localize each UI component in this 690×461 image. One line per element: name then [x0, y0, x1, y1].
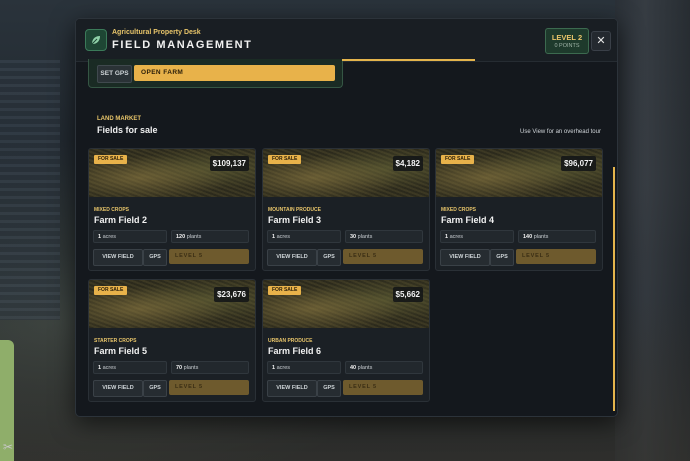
panel-header: Agricultural Property Desk FIELD MANAGEM… [76, 19, 617, 62]
price-badge: $23,676 [214, 287, 249, 302]
acres-stat: 1 acres [267, 230, 341, 243]
plants-unit: plants [357, 234, 373, 240]
field-name: Farm Field 4 [441, 215, 495, 225]
section-kicker: LAND MARKET [97, 116, 141, 122]
gps-button[interactable]: GPS [143, 249, 167, 266]
acres-unit: acres [102, 234, 117, 240]
plants-stat: 40 plants [345, 361, 423, 374]
gps-button[interactable]: GPS [143, 380, 167, 397]
plants-unit: plants [183, 365, 199, 371]
acres-value: 1 [98, 234, 102, 240]
view-field-button[interactable]: VIEW FIELD [267, 249, 317, 266]
acres-value: 1 [272, 365, 276, 371]
price-badge: $96,077 [561, 156, 596, 171]
acres-unit: acres [102, 365, 117, 371]
gps-button[interactable]: GPS [317, 249, 341, 266]
background-shutter [0, 60, 60, 320]
leaf-icon [85, 29, 107, 51]
field-card: FOR SALE $5,662 URBAN PRODUCE Farm Field… [262, 279, 430, 402]
view-field-button[interactable]: VIEW FIELD [93, 249, 143, 266]
gps-button[interactable]: GPS [317, 380, 341, 397]
scrollbar-thumb[interactable] [613, 167, 615, 411]
open-farm-button[interactable]: OPEN FARM [134, 65, 335, 81]
for-sale-badge: FOR SALE [94, 155, 128, 164]
field-card: FOR SALE $4,182 MOUNTAIN PRODUCE Farm Fi… [262, 148, 430, 271]
section-title: Fields for sale [97, 125, 158, 135]
progress-line [342, 59, 475, 61]
plants-stat: 140 plants [518, 230, 596, 243]
field-name: Farm Field 2 [94, 215, 148, 225]
close-button[interactable]: ✕ [591, 31, 611, 51]
plants-value: 40 [350, 365, 357, 371]
field-category: MOUNTAIN PRODUCE [268, 207, 321, 213]
plants-unit: plants [186, 234, 202, 240]
plants-value: 140 [523, 234, 533, 240]
set-gps-button[interactable]: SET GPS [97, 65, 132, 83]
level-label: LEVEL 2 [551, 33, 583, 42]
tools-icon: ✂ [3, 440, 14, 454]
plants-stat: 70 plants [171, 361, 249, 374]
level-locked-button[interactable]: LEVEL 5 [343, 249, 423, 264]
field-category: URBAN PRODUCE [268, 338, 313, 344]
plants-unit: plants [357, 365, 373, 371]
acres-value: 1 [445, 234, 449, 240]
acres-stat: 1 acres [267, 361, 341, 374]
plants-value: 30 [350, 234, 357, 240]
acres-unit: acres [276, 234, 291, 240]
level-locked-button[interactable]: LEVEL 5 [343, 380, 423, 395]
for-sale-badge: FOR SALE [268, 286, 302, 295]
field-category: STARTER CROPS [94, 338, 137, 344]
for-sale-badge: FOR SALE [94, 286, 128, 295]
acres-value: 1 [98, 365, 102, 371]
price-badge: $4,182 [392, 156, 423, 171]
acres-unit: acres [449, 234, 464, 240]
for-sale-badge: FOR SALE [441, 155, 475, 164]
level-locked-button[interactable]: LEVEL 5 [516, 249, 596, 264]
acres-stat: 1 acres [93, 361, 167, 374]
gps-button[interactable]: GPS [490, 249, 514, 266]
plants-value: 120 [176, 234, 186, 240]
acres-unit: acres [276, 365, 291, 371]
field-card: FOR SALE $23,676 STARTER CROPS Farm Fiel… [88, 279, 256, 402]
plants-stat: 30 plants [345, 230, 423, 243]
level-locked-button[interactable]: LEVEL 5 [169, 249, 249, 264]
acres-value: 1 [272, 234, 276, 240]
field-category: MIXED CROPS [94, 207, 130, 213]
view-field-button[interactable]: VIEW FIELD [93, 380, 143, 397]
points-label: 0 POINTS [554, 43, 580, 49]
page-title: FIELD MANAGEMENT [112, 39, 253, 51]
level-badge: LEVEL 2 0 POINTS [545, 28, 589, 54]
field-card: FOR SALE $96,077 MIXED CROPS Farm Field … [435, 148, 603, 271]
farm-actions-box: SET GPS OPEN FARM [88, 59, 343, 88]
plants-unit: plants [533, 234, 549, 240]
field-name: Farm Field 3 [268, 215, 322, 225]
section-hint: Use View for an overhead tour [520, 129, 601, 135]
acres-stat: 1 acres [93, 230, 167, 243]
field-category: MIXED CROPS [441, 207, 477, 213]
plants-value: 70 [176, 365, 183, 371]
field-name: Farm Field 6 [268, 346, 322, 356]
header-kicker: Agricultural Property Desk [112, 29, 201, 36]
field-management-panel: Agricultural Property Desk FIELD MANAGEM… [75, 18, 618, 417]
level-locked-button[interactable]: LEVEL 5 [169, 380, 249, 395]
plants-stat: 120 plants [171, 230, 249, 243]
price-badge: $109,137 [209, 156, 249, 171]
acres-stat: 1 acres [440, 230, 514, 243]
for-sale-badge: FOR SALE [268, 155, 302, 164]
field-card: FOR SALE $109,137 MIXED CROPS Farm Field… [88, 148, 256, 271]
view-field-button[interactable]: VIEW FIELD [440, 249, 490, 266]
price-badge: $5,662 [392, 287, 423, 302]
field-name: Farm Field 5 [94, 346, 148, 356]
view-field-button[interactable]: VIEW FIELD [267, 380, 317, 397]
